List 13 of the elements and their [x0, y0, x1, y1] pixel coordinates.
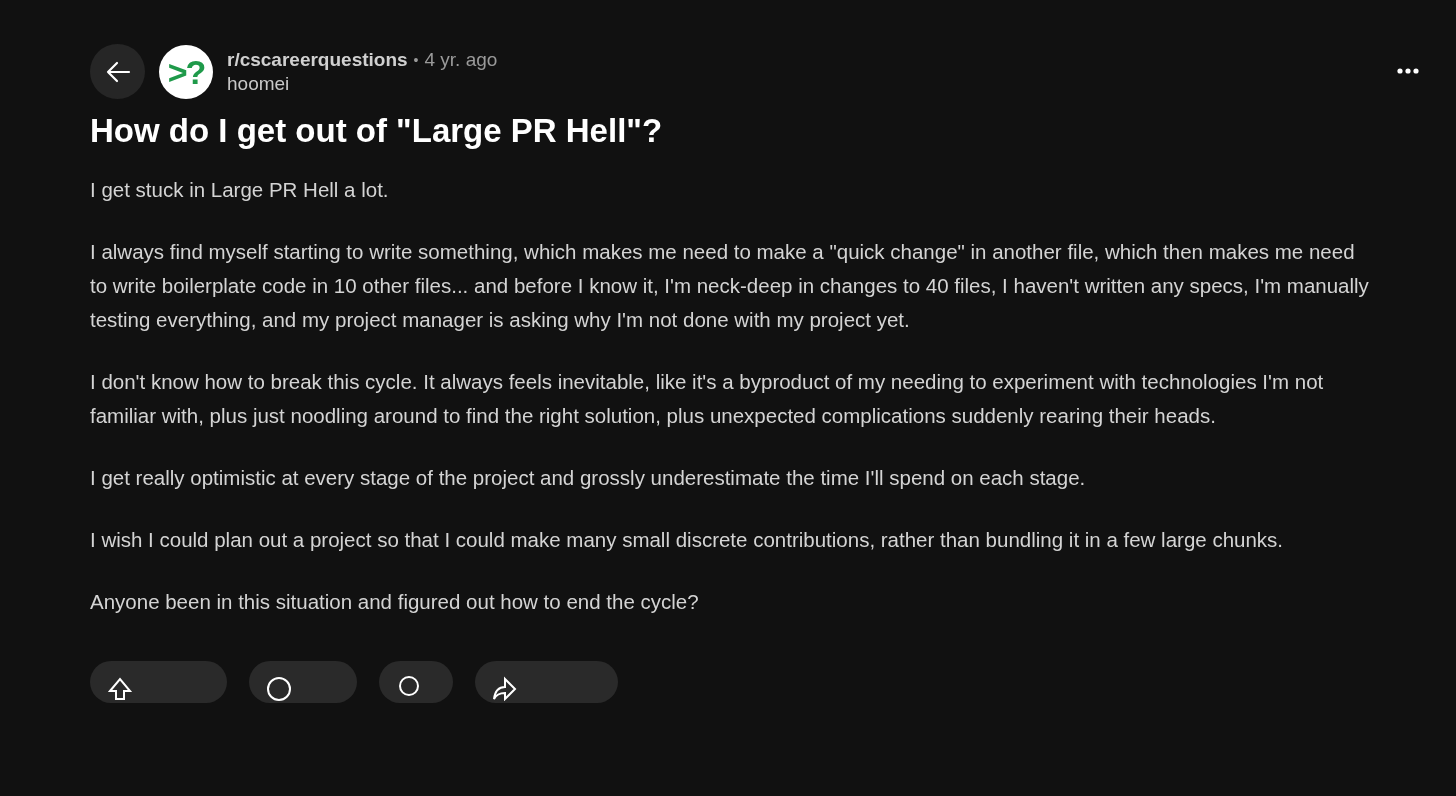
logo-text: >? [167, 54, 205, 89]
post-paragraph: I don't know how to break this cycle. It always feels inevitable, like it's a byproduct of my needing to experiment with technologies I'm not familiar with, plus just noodling around to find the right solution, plus unexpected complications suddenly rearing their heads. [90, 369, 1325, 429]
post-paragraph: I always find myself starting to write something, which makes me need to make a "quick change" in another file, which then makes me need to write boilerplate code in 10 other files... and before I know it, I'm neck-deep in changes to 40 files, I haven't written any specs, I'm manually testing everything, and my project manager is asking why I'm not done with my project yet. [90, 239, 1370, 333]
author-link[interactable]: hoomei [227, 71, 498, 96]
post-paragraph: I wish I could plan out a project so that I could make many small discrete contributions, rather than bundling it in a few large chunks. [90, 527, 1285, 553]
subreddit-avatar[interactable]: >? [159, 44, 213, 99]
separator: • [413, 50, 419, 70]
post-age: 4 yr. ago [424, 47, 498, 72]
post-paragraph: I get really optimistic at every stage of the project and grossly underestimate the time I'll spend on each stage. [90, 465, 1087, 491]
post-paragraph: Anyone been in this situation and figured out how to end the cycle? [90, 589, 700, 615]
post-title: How do I get out of "Large PR Hell"? [90, 111, 664, 151]
post-paragraph: I get stuck in Large PR Hell a lot. [90, 177, 390, 203]
subreddit-link[interactable]: r/cscareerquestions [227, 47, 408, 72]
